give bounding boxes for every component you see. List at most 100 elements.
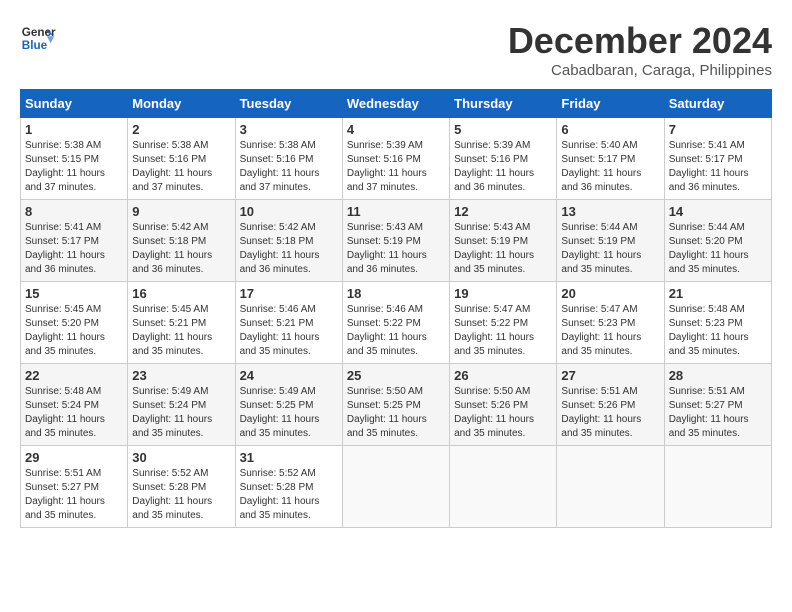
day-info: Sunrise: 5:49 AM Sunset: 5:24 PM Dayligh… [132,385,230,441]
day-info: Sunrise: 5:38 AM Sunset: 5:15 PM Dayligh… [25,139,123,195]
calendar-week-5: 29 Sunrise: 5:51 AM Sunset: 5:27 PM Dayl… [21,446,772,528]
calendar-body: 1 Sunrise: 5:38 AM Sunset: 5:15 PM Dayli… [21,118,772,528]
day-info: Sunrise: 5:46 AM Sunset: 5:22 PM Dayligh… [347,303,445,359]
day-number: 27 [561,368,659,383]
calendar-cell [450,446,557,528]
calendar-cell: 5 Sunrise: 5:39 AM Sunset: 5:16 PM Dayli… [450,118,557,200]
page-header: General Blue December 2024 Cabadbaran, C… [20,20,772,79]
day-number: 3 [240,122,338,137]
calendar-cell: 21 Sunrise: 5:48 AM Sunset: 5:23 PM Dayl… [664,282,771,364]
day-info: Sunrise: 5:45 AM Sunset: 5:21 PM Dayligh… [132,303,230,359]
day-info: Sunrise: 5:44 AM Sunset: 5:20 PM Dayligh… [669,221,767,277]
day-info: Sunrise: 5:43 AM Sunset: 5:19 PM Dayligh… [347,221,445,277]
day-info: Sunrise: 5:41 AM Sunset: 5:17 PM Dayligh… [25,221,123,277]
col-monday: Monday [128,90,235,118]
calendar-cell: 25 Sunrise: 5:50 AM Sunset: 5:25 PM Dayl… [342,364,449,446]
calendar-cell: 26 Sunrise: 5:50 AM Sunset: 5:26 PM Dayl… [450,364,557,446]
col-sunday: Sunday [21,90,128,118]
calendar-cell [557,446,664,528]
col-saturday: Saturday [664,90,771,118]
calendar-cell: 10 Sunrise: 5:42 AM Sunset: 5:18 PM Dayl… [235,200,342,282]
day-info: Sunrise: 5:51 AM Sunset: 5:27 PM Dayligh… [25,467,123,523]
day-number: 9 [132,204,230,219]
day-info: Sunrise: 5:50 AM Sunset: 5:25 PM Dayligh… [347,385,445,441]
col-wednesday: Wednesday [342,90,449,118]
calendar-cell: 13 Sunrise: 5:44 AM Sunset: 5:19 PM Dayl… [557,200,664,282]
day-info: Sunrise: 5:45 AM Sunset: 5:20 PM Dayligh… [25,303,123,359]
calendar-subtitle: Cabadbaran, Caraga, Philippines [508,62,772,79]
calendar-cell: 12 Sunrise: 5:43 AM Sunset: 5:19 PM Dayl… [450,200,557,282]
day-number: 2 [132,122,230,137]
calendar-cell [664,446,771,528]
day-info: Sunrise: 5:40 AM Sunset: 5:17 PM Dayligh… [561,139,659,195]
calendar-cell: 29 Sunrise: 5:51 AM Sunset: 5:27 PM Dayl… [21,446,128,528]
day-info: Sunrise: 5:51 AM Sunset: 5:26 PM Dayligh… [561,385,659,441]
day-info: Sunrise: 5:39 AM Sunset: 5:16 PM Dayligh… [347,139,445,195]
day-number: 26 [454,368,552,383]
calendar-cell: 14 Sunrise: 5:44 AM Sunset: 5:20 PM Dayl… [664,200,771,282]
day-info: Sunrise: 5:38 AM Sunset: 5:16 PM Dayligh… [132,139,230,195]
calendar-cell: 30 Sunrise: 5:52 AM Sunset: 5:28 PM Dayl… [128,446,235,528]
day-info: Sunrise: 5:41 AM Sunset: 5:17 PM Dayligh… [669,139,767,195]
calendar-week-4: 22 Sunrise: 5:48 AM Sunset: 5:24 PM Dayl… [21,364,772,446]
calendar-cell: 27 Sunrise: 5:51 AM Sunset: 5:26 PM Dayl… [557,364,664,446]
day-info: Sunrise: 5:43 AM Sunset: 5:19 PM Dayligh… [454,221,552,277]
calendar-cell: 3 Sunrise: 5:38 AM Sunset: 5:16 PM Dayli… [235,118,342,200]
calendar-cell: 6 Sunrise: 5:40 AM Sunset: 5:17 PM Dayli… [557,118,664,200]
calendar-cell: 11 Sunrise: 5:43 AM Sunset: 5:19 PM Dayl… [342,200,449,282]
day-number: 19 [454,286,552,301]
calendar-cell: 2 Sunrise: 5:38 AM Sunset: 5:16 PM Dayli… [128,118,235,200]
calendar-cell: 22 Sunrise: 5:48 AM Sunset: 5:24 PM Dayl… [21,364,128,446]
day-number: 7 [669,122,767,137]
day-info: Sunrise: 5:49 AM Sunset: 5:25 PM Dayligh… [240,385,338,441]
day-number: 16 [132,286,230,301]
calendar-cell: 16 Sunrise: 5:45 AM Sunset: 5:21 PM Dayl… [128,282,235,364]
day-number: 18 [347,286,445,301]
calendar-cell: 24 Sunrise: 5:49 AM Sunset: 5:25 PM Dayl… [235,364,342,446]
day-number: 22 [25,368,123,383]
day-number: 28 [669,368,767,383]
calendar-cell: 19 Sunrise: 5:47 AM Sunset: 5:22 PM Dayl… [450,282,557,364]
day-info: Sunrise: 5:46 AM Sunset: 5:21 PM Dayligh… [240,303,338,359]
day-number: 14 [669,204,767,219]
logo: General Blue [20,20,56,56]
day-number: 12 [454,204,552,219]
day-info: Sunrise: 5:48 AM Sunset: 5:24 PM Dayligh… [25,385,123,441]
day-info: Sunrise: 5:42 AM Sunset: 5:18 PM Dayligh… [132,221,230,277]
day-number: 23 [132,368,230,383]
day-info: Sunrise: 5:47 AM Sunset: 5:22 PM Dayligh… [454,303,552,359]
day-info: Sunrise: 5:44 AM Sunset: 5:19 PM Dayligh… [561,221,659,277]
calendar-cell: 15 Sunrise: 5:45 AM Sunset: 5:20 PM Dayl… [21,282,128,364]
day-info: Sunrise: 5:42 AM Sunset: 5:18 PM Dayligh… [240,221,338,277]
day-number: 13 [561,204,659,219]
header-row: Sunday Monday Tuesday Wednesday Thursday… [21,90,772,118]
day-number: 21 [669,286,767,301]
col-thursday: Thursday [450,90,557,118]
day-number: 11 [347,204,445,219]
day-number: 31 [240,450,338,465]
calendar-cell: 18 Sunrise: 5:46 AM Sunset: 5:22 PM Dayl… [342,282,449,364]
day-info: Sunrise: 5:50 AM Sunset: 5:26 PM Dayligh… [454,385,552,441]
col-friday: Friday [557,90,664,118]
calendar-cell: 7 Sunrise: 5:41 AM Sunset: 5:17 PM Dayli… [664,118,771,200]
day-number: 8 [25,204,123,219]
calendar-cell: 28 Sunrise: 5:51 AM Sunset: 5:27 PM Dayl… [664,364,771,446]
day-info: Sunrise: 5:48 AM Sunset: 5:23 PM Dayligh… [669,303,767,359]
calendar-cell: 4 Sunrise: 5:39 AM Sunset: 5:16 PM Dayli… [342,118,449,200]
day-info: Sunrise: 5:52 AM Sunset: 5:28 PM Dayligh… [132,467,230,523]
calendar-week-3: 15 Sunrise: 5:45 AM Sunset: 5:20 PM Dayl… [21,282,772,364]
day-number: 1 [25,122,123,137]
calendar-cell: 17 Sunrise: 5:46 AM Sunset: 5:21 PM Dayl… [235,282,342,364]
svg-text:Blue: Blue [22,39,48,52]
day-number: 4 [347,122,445,137]
calendar-cell: 9 Sunrise: 5:42 AM Sunset: 5:18 PM Dayli… [128,200,235,282]
calendar-week-2: 8 Sunrise: 5:41 AM Sunset: 5:17 PM Dayli… [21,200,772,282]
day-number: 30 [132,450,230,465]
day-number: 20 [561,286,659,301]
day-number: 17 [240,286,338,301]
calendar-cell: 1 Sunrise: 5:38 AM Sunset: 5:15 PM Dayli… [21,118,128,200]
calendar-title: December 2024 [508,20,772,62]
calendar-cell: 23 Sunrise: 5:49 AM Sunset: 5:24 PM Dayl… [128,364,235,446]
title-section: December 2024 Cabadbaran, Caraga, Philip… [508,20,772,79]
day-number: 10 [240,204,338,219]
